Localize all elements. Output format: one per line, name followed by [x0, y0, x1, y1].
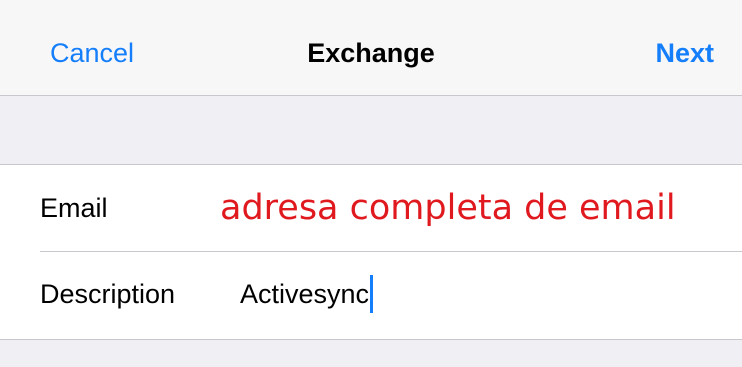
text-cursor	[370, 275, 374, 313]
next-button[interactable]: Next	[655, 34, 714, 72]
page-title: Exchange	[307, 38, 435, 68]
email-row[interactable]: Email adresa completa de email	[0, 165, 742, 251]
account-form: Email adresa completa de email Descripti…	[0, 164, 742, 340]
navigation-bar: Cancel Exchange Next	[0, 0, 742, 96]
description-label: Description	[40, 279, 176, 309]
description-row[interactable]: Description Activesync	[0, 251, 742, 337]
email-field[interactable]: adresa completa de email	[220, 165, 676, 251]
description-field[interactable]: Activesync	[240, 251, 374, 337]
description-value: Activesync	[240, 279, 370, 309]
email-label: Email	[40, 193, 108, 223]
